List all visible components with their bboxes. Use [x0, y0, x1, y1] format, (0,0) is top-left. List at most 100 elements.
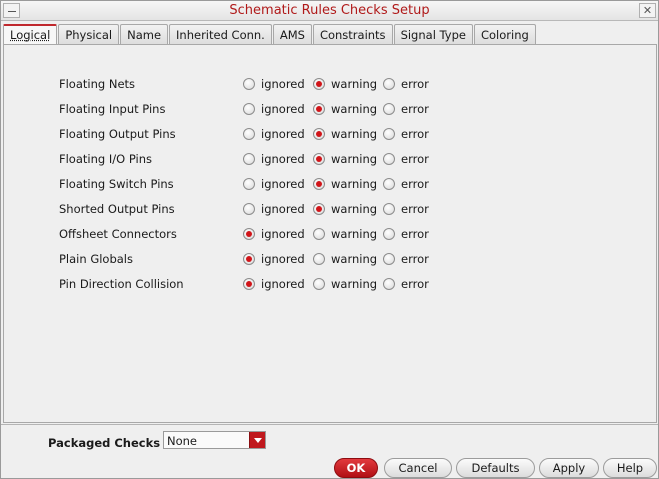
radio-option-warning[interactable]: warning	[313, 176, 377, 192]
radio-option-warning[interactable]: warning	[313, 226, 377, 242]
tab-bar: Logical Physical Name Inherited Conn. AM…	[3, 24, 537, 45]
tab-physical[interactable]: Physical	[58, 24, 120, 45]
cancel-button[interactable]: Cancel	[384, 458, 452, 478]
radio-error-unchecked[interactable]	[383, 78, 395, 90]
radio-ignored-unchecked[interactable]	[243, 78, 255, 90]
radio-label: error	[401, 277, 429, 291]
radio-option-error[interactable]: error	[383, 226, 429, 242]
radio-option-ignored[interactable]: ignored	[243, 76, 305, 92]
rule-label: Offsheet Connectors	[59, 227, 177, 241]
radio-option-ignored[interactable]: ignored	[243, 276, 305, 292]
rule-label: Pin Direction Collision	[59, 277, 184, 291]
rule-row: Floating Input Pins ignored warning error	[4, 99, 644, 119]
radio-label: error	[401, 177, 429, 191]
radio-warning-unchecked[interactable]	[313, 228, 325, 240]
apply-button[interactable]: Apply	[539, 458, 599, 478]
radio-warning-unchecked[interactable]	[313, 253, 325, 265]
radio-ignored-unchecked[interactable]	[243, 178, 255, 190]
radio-label: error	[401, 77, 429, 91]
radio-option-ignored[interactable]: ignored	[243, 126, 305, 142]
radio-option-error[interactable]: error	[383, 151, 429, 167]
dropdown-arrow-icon[interactable]	[249, 432, 265, 448]
radio-ignored-unchecked[interactable]	[243, 103, 255, 115]
divider	[1, 424, 658, 425]
rule-label: Floating Nets	[59, 77, 136, 91]
radio-label: ignored	[261, 277, 305, 291]
radio-ignored-unchecked[interactable]	[243, 128, 255, 140]
tab-label: Coloring	[480, 28, 529, 42]
radio-option-ignored[interactable]: ignored	[243, 226, 305, 242]
radio-option-error[interactable]: error	[383, 276, 429, 292]
tab-inherited-conn[interactable]: Inherited Conn.	[169, 24, 272, 45]
defaults-button[interactable]: Defaults	[456, 458, 535, 478]
radio-ignored-unchecked[interactable]	[243, 203, 255, 215]
radio-option-ignored[interactable]: ignored	[243, 251, 305, 267]
radio-label: warning	[331, 227, 378, 241]
radio-label: error	[401, 152, 429, 166]
tab-coloring[interactable]: Coloring	[473, 24, 536, 45]
radio-label: warning	[331, 102, 378, 116]
tab-label: Signal Type	[400, 28, 466, 42]
tab-constraints[interactable]: Constraints	[312, 24, 393, 45]
close-icon[interactable]: ✕	[639, 3, 656, 18]
radio-option-ignored[interactable]: ignored	[243, 176, 305, 192]
radio-option-error[interactable]: error	[383, 176, 429, 192]
radio-label: ignored	[261, 252, 305, 266]
rule-row: Pin Direction Collision ignored warning err…	[4, 274, 644, 294]
radio-warning-checked[interactable]	[313, 203, 325, 215]
radio-error-unchecked[interactable]	[383, 178, 395, 190]
rule-row: Shorted Output Pins ignored warning error	[4, 199, 644, 219]
packaged-checks-value: None	[167, 434, 198, 448]
radio-option-warning[interactable]: warning	[313, 151, 377, 167]
radio-option-ignored[interactable]: ignored	[243, 201, 305, 217]
tab-label: Inherited Conn.	[176, 28, 265, 42]
radio-error-unchecked[interactable]	[383, 278, 395, 290]
radio-warning-unchecked[interactable]	[313, 278, 325, 290]
radio-error-unchecked[interactable]	[383, 253, 395, 265]
radio-error-unchecked[interactable]	[383, 228, 395, 240]
radio-option-warning[interactable]: warning	[313, 101, 377, 117]
radio-error-unchecked[interactable]	[383, 103, 395, 115]
radio-label: error	[401, 202, 429, 216]
radio-warning-checked[interactable]	[313, 128, 325, 140]
ok-button[interactable]: OK	[334, 458, 378, 478]
tab-label: Physical	[65, 28, 113, 42]
radio-option-warning[interactable]: warning	[313, 201, 377, 217]
radio-ignored-checked[interactable]	[243, 228, 255, 240]
radio-label: ignored	[261, 127, 305, 141]
rule-label: Plain Globals	[59, 252, 133, 266]
radio-option-ignored[interactable]: ignored	[243, 151, 305, 167]
radio-option-error[interactable]: error	[383, 201, 429, 217]
rule-row: Floating Switch Pins ignored warning error	[4, 174, 644, 194]
radio-option-ignored[interactable]: ignored	[243, 101, 305, 117]
tab-ams[interactable]: AMS	[272, 24, 312, 45]
radio-option-warning[interactable]: warning	[313, 251, 377, 267]
radio-option-warning[interactable]: warning	[313, 126, 377, 142]
radio-warning-checked[interactable]	[313, 153, 325, 165]
radio-error-unchecked[interactable]	[383, 203, 395, 215]
packaged-checks-select[interactable]: None	[163, 431, 266, 449]
radio-warning-checked[interactable]	[313, 178, 325, 190]
radio-error-unchecked[interactable]	[383, 128, 395, 140]
radio-ignored-unchecked[interactable]	[243, 153, 255, 165]
radio-option-error[interactable]: error	[383, 126, 429, 142]
rule-label: Floating Output Pins	[59, 127, 176, 141]
radio-option-warning[interactable]: warning	[313, 276, 377, 292]
radio-ignored-checked[interactable]	[243, 278, 255, 290]
radio-option-error[interactable]: error	[383, 101, 429, 117]
radio-option-error[interactable]: error	[383, 251, 429, 267]
tab-logical[interactable]: Logical	[3, 24, 58, 45]
radio-option-error[interactable]: error	[383, 76, 429, 92]
radio-warning-checked[interactable]	[313, 103, 325, 115]
help-button[interactable]: Help	[603, 458, 657, 478]
tab-signal-type[interactable]: Signal Type	[393, 24, 473, 45]
radio-error-unchecked[interactable]	[383, 153, 395, 165]
dialog-window: Schematic Rules Checks Setup ✕ Logical P…	[0, 0, 659, 479]
radio-ignored-checked[interactable]	[243, 253, 255, 265]
radio-option-warning[interactable]: warning	[313, 76, 377, 92]
tab-label: AMS	[279, 28, 305, 42]
radio-label: warning	[331, 202, 378, 216]
tab-name[interactable]: Name	[120, 24, 169, 45]
radio-label: warning	[331, 152, 378, 166]
radio-warning-checked[interactable]	[313, 78, 325, 90]
